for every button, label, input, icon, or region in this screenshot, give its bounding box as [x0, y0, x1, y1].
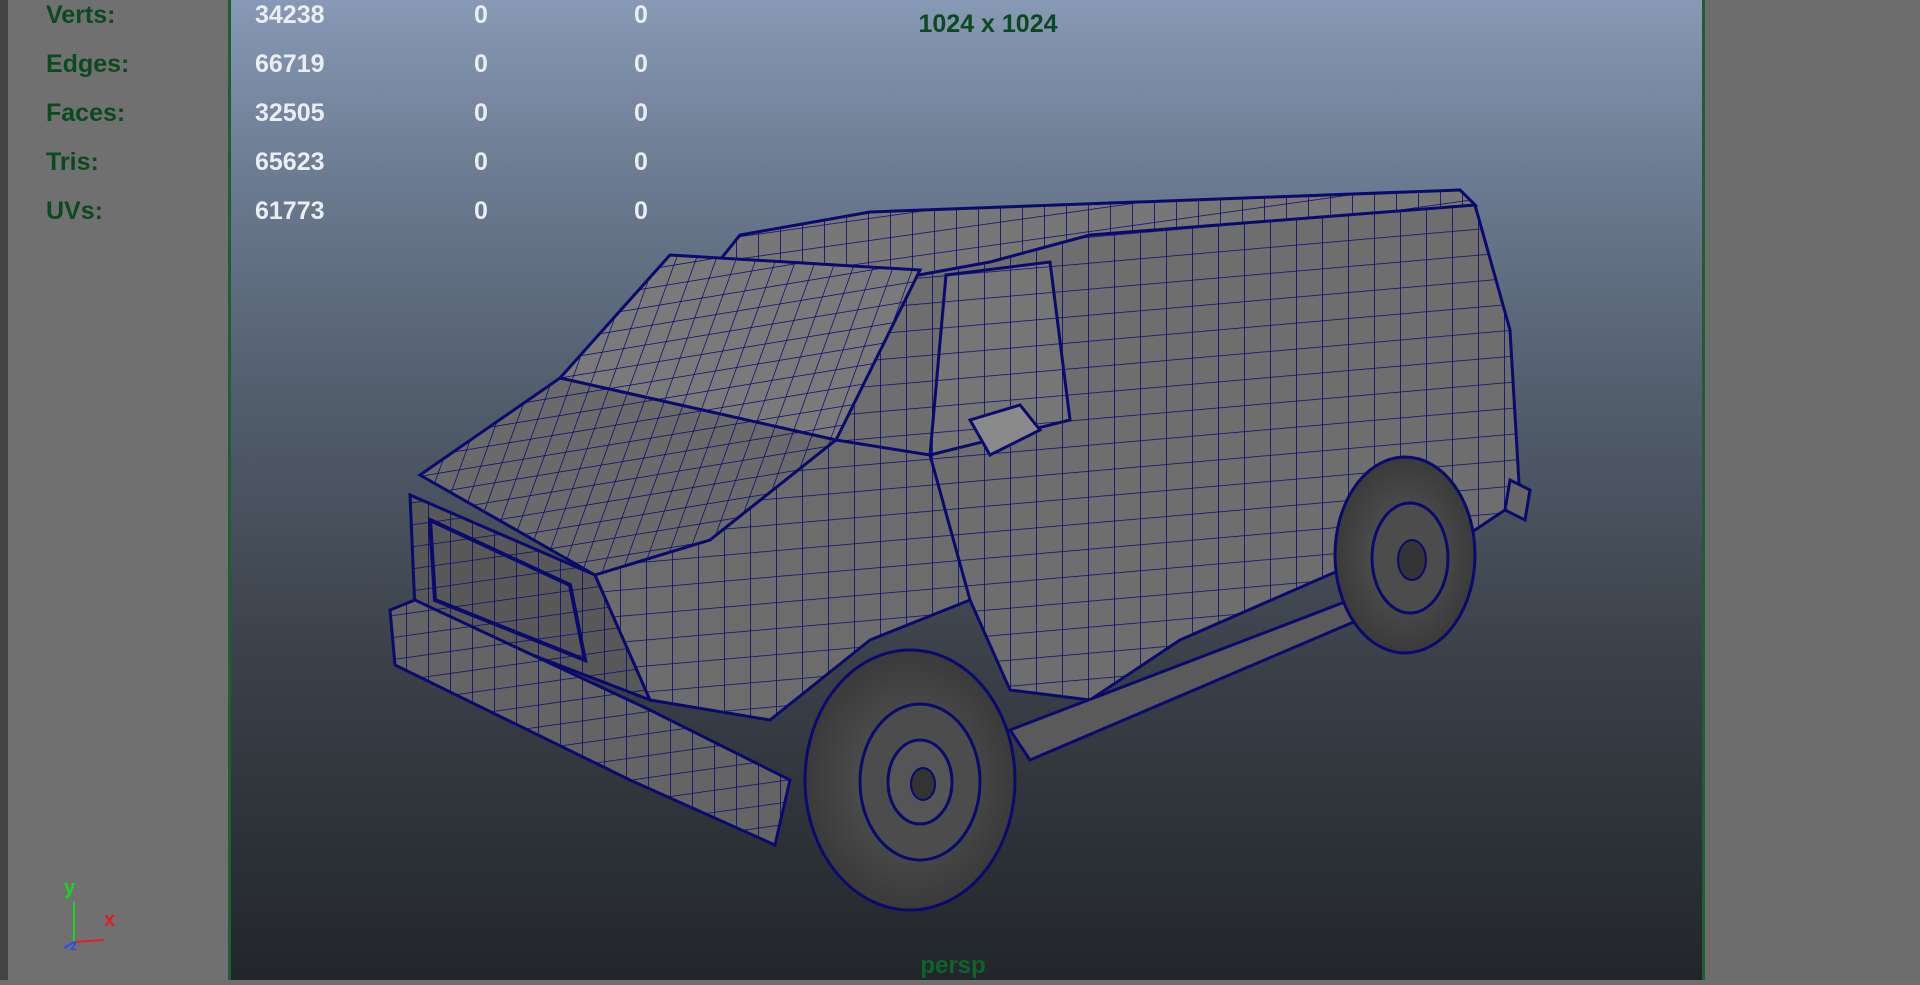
front-wheel: [803, 648, 1017, 912]
hud-uvs-selected: 0: [474, 197, 488, 225]
hud-label-edges: Edges:: [46, 50, 130, 78]
hud-verts-triangles: 0: [634, 1, 648, 29]
hud-uvs-triangles: 0: [634, 197, 648, 225]
axis-y-label: y: [64, 877, 76, 899]
left-panel: [8, 0, 230, 980]
hud-tris-value: 65623: [255, 148, 325, 176]
left-edge-bar: [0, 0, 8, 980]
hud-faces-value: 32505: [255, 99, 325, 127]
van-rear-bumper: [1503, 477, 1532, 523]
hud-edges-value: 66719: [255, 50, 325, 78]
van-model[interactable]: [230, 0, 1704, 980]
right-panel: [1705, 0, 1920, 980]
hud-label-tris: Tris:: [46, 148, 99, 176]
hud-faces-triangles: 0: [634, 99, 648, 127]
viewport-frame-left: [228, 0, 231, 980]
hud-label-faces: Faces:: [46, 99, 126, 127]
axis-x-line: [73, 939, 105, 943]
hud-uvs-value: 61773: [255, 197, 325, 225]
rear-wheel: [1333, 455, 1477, 655]
camera-name-label[interactable]: persp: [888, 952, 1018, 980]
axis-z-label: z: [70, 937, 77, 953]
render-resolution-label: 1024 x 1024: [918, 10, 1058, 38]
hud-verts-value: 34238: [255, 1, 325, 29]
hud-faces-selected: 0: [474, 99, 488, 127]
hud-verts-selected: 0: [474, 1, 488, 29]
hud-tris-triangles: 0: [634, 148, 648, 176]
view-axis-gizmo: y x z: [58, 874, 128, 959]
hud-label-uvs: UVs:: [46, 197, 103, 225]
hud-edges-triangles: 0: [634, 50, 648, 78]
axis-x-label: x: [104, 909, 115, 931]
hud-label-verts: Verts:: [46, 1, 116, 29]
hud-tris-selected: 0: [474, 148, 488, 176]
hud-edges-selected: 0: [474, 50, 488, 78]
